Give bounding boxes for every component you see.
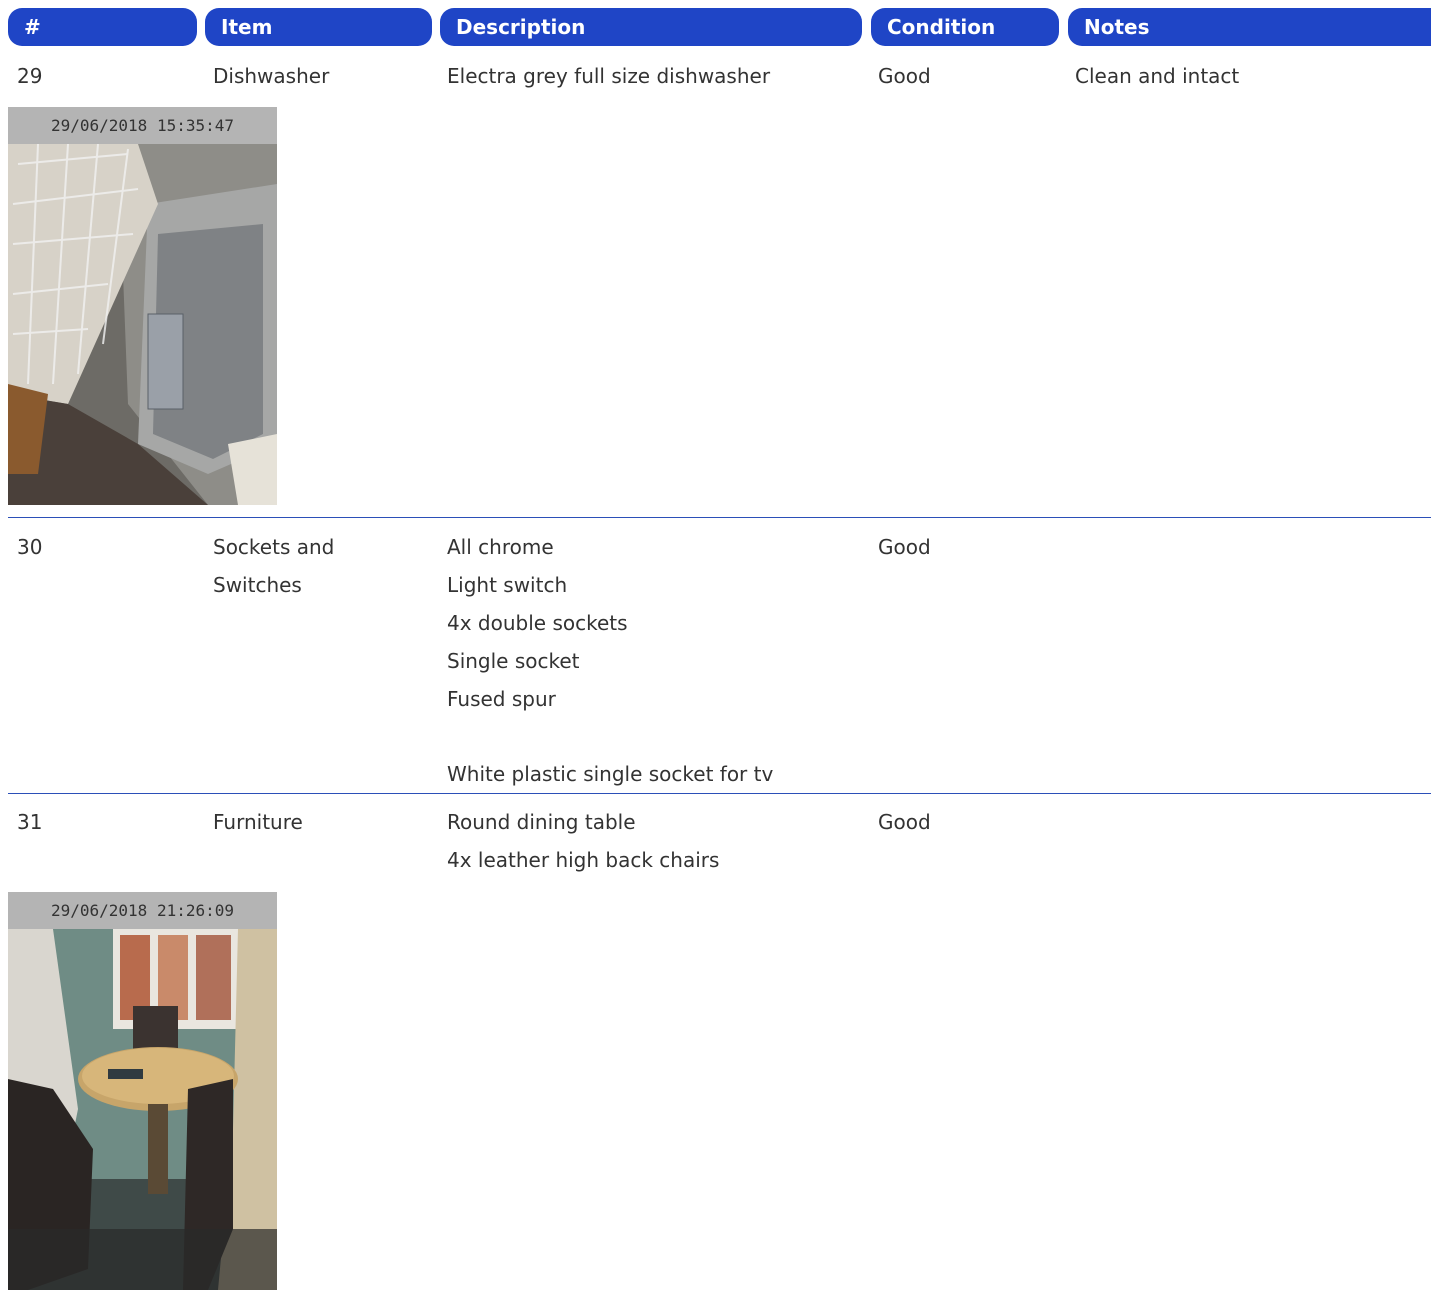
column-header-description: Description [440, 8, 862, 46]
column-header-number: # [8, 8, 197, 46]
row-description-line: 4x leather high back chairs [447, 848, 720, 872]
row-description: Electra grey full size dishwasher [447, 64, 771, 88]
column-header-condition: Condition [871, 8, 1059, 46]
photo-timestamp: 29/06/2018 21:26:09 [8, 892, 277, 929]
row-notes: Clean and intact [1075, 64, 1240, 88]
row-condition: Good [878, 535, 931, 559]
row-description-line: White plastic single socket for tv [447, 762, 774, 786]
row-divider [8, 517, 1431, 518]
row-description-line: Round dining table [447, 810, 636, 834]
column-header-notes: Notes [1068, 8, 1431, 46]
row-item: Furniture [213, 810, 303, 834]
column-header-item: Item [205, 8, 432, 46]
row-description-line: 4x double sockets [447, 611, 628, 635]
row-number: 31 [17, 810, 43, 834]
dishwasher-image [8, 144, 277, 505]
row-description-line: Single socket [447, 649, 580, 673]
photo-timestamp: 29/06/2018 15:35:47 [8, 107, 277, 144]
dining-room-image [8, 929, 277, 1290]
row-description-line: Light switch [447, 573, 568, 597]
row-description-line: All chrome [447, 535, 554, 559]
row-description-line: Fused spur [447, 687, 556, 711]
photo-furniture[interactable]: 29/06/2018 21:26:09 [8, 892, 277, 1290]
row-condition: Good [878, 64, 931, 88]
row-item-line: Sockets and [213, 535, 335, 559]
row-condition: Good [878, 810, 931, 834]
row-divider [8, 793, 1431, 794]
photo-dishwasher[interactable]: 29/06/2018 15:35:47 [8, 107, 277, 505]
row-item-line: Switches [213, 573, 302, 597]
table-header: # Item Description Condition Notes [8, 8, 1431, 46]
row-number: 29 [17, 64, 43, 88]
row-item: Dishwasher [213, 64, 330, 88]
row-number: 30 [17, 535, 43, 559]
